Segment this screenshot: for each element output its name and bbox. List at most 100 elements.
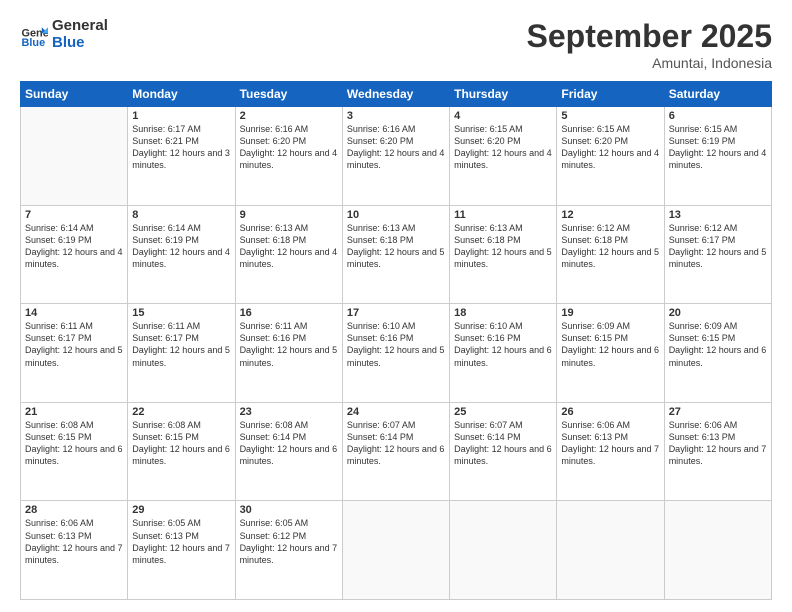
- col-sunday: Sunday: [21, 82, 128, 107]
- logo-general-text: General: [52, 18, 108, 35]
- day-info: Sunrise: 6:06 AMSunset: 6:13 PMDaylight:…: [561, 419, 659, 468]
- day-number: 25: [454, 406, 552, 418]
- calendar-week-5: 28 Sunrise: 6:06 AMSunset: 6:13 PMDaylig…: [21, 501, 772, 600]
- table-row: [21, 107, 128, 206]
- table-row: [557, 501, 664, 600]
- day-number: 4: [454, 110, 552, 122]
- svg-text:Blue: Blue: [22, 36, 46, 48]
- day-number: 7: [25, 209, 123, 221]
- page: General Blue General Blue September 2025…: [0, 0, 792, 612]
- table-row: [450, 501, 557, 600]
- location: Amuntai, Indonesia: [527, 55, 772, 71]
- table-row: 2 Sunrise: 6:16 AMSunset: 6:20 PMDayligh…: [235, 107, 342, 206]
- table-row: 18 Sunrise: 6:10 AMSunset: 6:16 PMDaylig…: [450, 304, 557, 403]
- table-row: 16 Sunrise: 6:11 AMSunset: 6:16 PMDaylig…: [235, 304, 342, 403]
- day-info: Sunrise: 6:11 AMSunset: 6:17 PMDaylight:…: [25, 320, 123, 369]
- table-row: 19 Sunrise: 6:09 AMSunset: 6:15 PMDaylig…: [557, 304, 664, 403]
- day-number: 5: [561, 110, 659, 122]
- day-info: Sunrise: 6:11 AMSunset: 6:16 PMDaylight:…: [240, 320, 338, 369]
- month-title: September 2025: [527, 18, 772, 55]
- title-section: September 2025 Amuntai, Indonesia: [527, 18, 772, 71]
- day-number: 17: [347, 307, 445, 319]
- col-friday: Friday: [557, 82, 664, 107]
- day-number: 20: [669, 307, 767, 319]
- table-row: 8 Sunrise: 6:14 AMSunset: 6:19 PMDayligh…: [128, 205, 235, 304]
- day-number: 18: [454, 307, 552, 319]
- day-info: Sunrise: 6:13 AMSunset: 6:18 PMDaylight:…: [454, 222, 552, 271]
- table-row: 9 Sunrise: 6:13 AMSunset: 6:18 PMDayligh…: [235, 205, 342, 304]
- day-info: Sunrise: 6:12 AMSunset: 6:18 PMDaylight:…: [561, 222, 659, 271]
- table-row: 30 Sunrise: 6:05 AMSunset: 6:12 PMDaylig…: [235, 501, 342, 600]
- day-number: 19: [561, 307, 659, 319]
- day-info: Sunrise: 6:15 AMSunset: 6:19 PMDaylight:…: [669, 123, 767, 172]
- day-info: Sunrise: 6:16 AMSunset: 6:20 PMDaylight:…: [240, 123, 338, 172]
- col-wednesday: Wednesday: [342, 82, 449, 107]
- day-info: Sunrise: 6:14 AMSunset: 6:19 PMDaylight:…: [25, 222, 123, 271]
- table-row: 12 Sunrise: 6:12 AMSunset: 6:18 PMDaylig…: [557, 205, 664, 304]
- table-row: 13 Sunrise: 6:12 AMSunset: 6:17 PMDaylig…: [664, 205, 771, 304]
- day-number: 30: [240, 504, 338, 516]
- day-info: Sunrise: 6:09 AMSunset: 6:15 PMDaylight:…: [669, 320, 767, 369]
- col-monday: Monday: [128, 82, 235, 107]
- logo-blue-text: Blue: [52, 35, 108, 52]
- day-number: 27: [669, 406, 767, 418]
- table-row: 3 Sunrise: 6:16 AMSunset: 6:20 PMDayligh…: [342, 107, 449, 206]
- calendar-week-2: 7 Sunrise: 6:14 AMSunset: 6:19 PMDayligh…: [21, 205, 772, 304]
- day-info: Sunrise: 6:07 AMSunset: 6:14 PMDaylight:…: [347, 419, 445, 468]
- table-row: 10 Sunrise: 6:13 AMSunset: 6:18 PMDaylig…: [342, 205, 449, 304]
- day-number: 14: [25, 307, 123, 319]
- table-row: 15 Sunrise: 6:11 AMSunset: 6:17 PMDaylig…: [128, 304, 235, 403]
- table-row: 5 Sunrise: 6:15 AMSunset: 6:20 PMDayligh…: [557, 107, 664, 206]
- table-row: 24 Sunrise: 6:07 AMSunset: 6:14 PMDaylig…: [342, 402, 449, 501]
- day-number: 3: [347, 110, 445, 122]
- logo: General Blue General Blue: [20, 18, 108, 51]
- calendar-week-1: 1 Sunrise: 6:17 AMSunset: 6:21 PMDayligh…: [21, 107, 772, 206]
- col-tuesday: Tuesday: [235, 82, 342, 107]
- table-row: 20 Sunrise: 6:09 AMSunset: 6:15 PMDaylig…: [664, 304, 771, 403]
- day-number: 21: [25, 406, 123, 418]
- day-number: 10: [347, 209, 445, 221]
- table-row: 28 Sunrise: 6:06 AMSunset: 6:13 PMDaylig…: [21, 501, 128, 600]
- logo-icon: General Blue: [20, 21, 48, 49]
- table-row: 27 Sunrise: 6:06 AMSunset: 6:13 PMDaylig…: [664, 402, 771, 501]
- table-row: 1 Sunrise: 6:17 AMSunset: 6:21 PMDayligh…: [128, 107, 235, 206]
- table-row: [342, 501, 449, 600]
- day-number: 8: [132, 209, 230, 221]
- table-row: 17 Sunrise: 6:10 AMSunset: 6:16 PMDaylig…: [342, 304, 449, 403]
- day-info: Sunrise: 6:13 AMSunset: 6:18 PMDaylight:…: [347, 222, 445, 271]
- table-row: 7 Sunrise: 6:14 AMSunset: 6:19 PMDayligh…: [21, 205, 128, 304]
- day-number: 6: [669, 110, 767, 122]
- day-number: 11: [454, 209, 552, 221]
- day-number: 29: [132, 504, 230, 516]
- day-number: 1: [132, 110, 230, 122]
- day-number: 16: [240, 307, 338, 319]
- day-info: Sunrise: 6:13 AMSunset: 6:18 PMDaylight:…: [240, 222, 338, 271]
- day-info: Sunrise: 6:07 AMSunset: 6:14 PMDaylight:…: [454, 419, 552, 468]
- day-info: Sunrise: 6:12 AMSunset: 6:17 PMDaylight:…: [669, 222, 767, 271]
- table-row: 4 Sunrise: 6:15 AMSunset: 6:20 PMDayligh…: [450, 107, 557, 206]
- day-info: Sunrise: 6:05 AMSunset: 6:13 PMDaylight:…: [132, 517, 230, 566]
- day-info: Sunrise: 6:08 AMSunset: 6:15 PMDaylight:…: [132, 419, 230, 468]
- day-info: Sunrise: 6:08 AMSunset: 6:14 PMDaylight:…: [240, 419, 338, 468]
- day-number: 23: [240, 406, 338, 418]
- day-info: Sunrise: 6:16 AMSunset: 6:20 PMDaylight:…: [347, 123, 445, 172]
- table-row: 29 Sunrise: 6:05 AMSunset: 6:13 PMDaylig…: [128, 501, 235, 600]
- day-number: 26: [561, 406, 659, 418]
- calendar-header-row: Sunday Monday Tuesday Wednesday Thursday…: [21, 82, 772, 107]
- day-number: 9: [240, 209, 338, 221]
- day-info: Sunrise: 6:15 AMSunset: 6:20 PMDaylight:…: [561, 123, 659, 172]
- table-row: 25 Sunrise: 6:07 AMSunset: 6:14 PMDaylig…: [450, 402, 557, 501]
- calendar-week-4: 21 Sunrise: 6:08 AMSunset: 6:15 PMDaylig…: [21, 402, 772, 501]
- table-row: 23 Sunrise: 6:08 AMSunset: 6:14 PMDaylig…: [235, 402, 342, 501]
- day-number: 24: [347, 406, 445, 418]
- calendar-week-3: 14 Sunrise: 6:11 AMSunset: 6:17 PMDaylig…: [21, 304, 772, 403]
- day-info: Sunrise: 6:15 AMSunset: 6:20 PMDaylight:…: [454, 123, 552, 172]
- day-number: 13: [669, 209, 767, 221]
- day-info: Sunrise: 6:06 AMSunset: 6:13 PMDaylight:…: [25, 517, 123, 566]
- day-number: 2: [240, 110, 338, 122]
- day-number: 12: [561, 209, 659, 221]
- day-number: 28: [25, 504, 123, 516]
- table-row: [664, 501, 771, 600]
- day-info: Sunrise: 6:09 AMSunset: 6:15 PMDaylight:…: [561, 320, 659, 369]
- header: General Blue General Blue September 2025…: [20, 18, 772, 71]
